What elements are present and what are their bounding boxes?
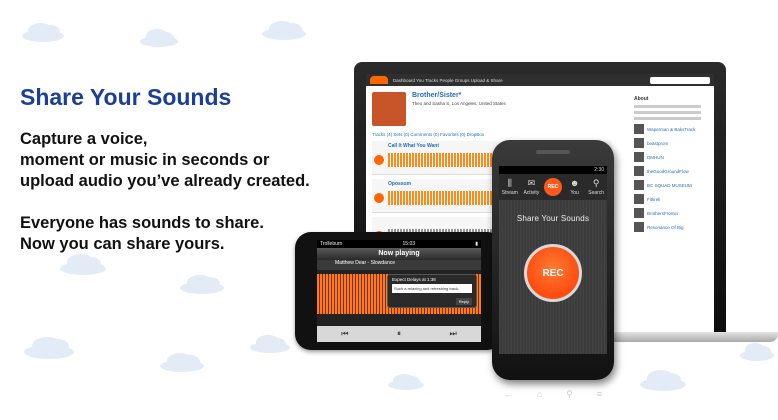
search-icon[interactable]: ⚲	[566, 389, 573, 400]
follower-thumb	[634, 166, 644, 176]
tab-record[interactable]: REC	[542, 174, 564, 200]
cloud-decoration	[262, 20, 306, 40]
status-bar: 2:30	[499, 166, 607, 174]
soundcloud-logo	[370, 76, 388, 84]
follower-thumb	[634, 124, 644, 134]
about-text-line	[634, 111, 701, 114]
home-icon[interactable]: ⌂	[537, 389, 542, 400]
record-button[interactable]: REC	[524, 244, 582, 302]
site-search-input[interactable]	[650, 76, 710, 84]
track-title[interactable]: Call It What You Want	[388, 143, 439, 149]
about-text-line	[634, 105, 701, 108]
profile-sidebar: About Waperman & BaksTrack beastprom DMH…	[634, 96, 708, 232]
search-icon: ⚲	[592, 177, 600, 188]
previous-icon[interactable]: ⏮	[341, 329, 348, 339]
pause-icon[interactable]: ⏸	[397, 329, 401, 339]
follower-item[interactable]: beastprom	[634, 138, 708, 148]
waveform-icon: ⫼	[507, 177, 512, 188]
copy-line: Capture a voice,	[20, 130, 148, 148]
avatar	[372, 92, 406, 126]
speaker-grille	[536, 150, 570, 154]
follower-thumb	[634, 194, 644, 204]
person-icon: ☻	[569, 177, 580, 188]
follower-item[interactable]: Fitkreli	[634, 194, 708, 204]
follower-thumb	[634, 138, 644, 148]
next-icon[interactable]: ⏭	[450, 329, 457, 339]
iphone-device: Trolleburn 15:03 ▮ Now playing Matthew D…	[295, 232, 503, 350]
comment-icon: ✉	[527, 177, 536, 188]
now-playing-title: Now playing	[317, 248, 481, 260]
tab-stream[interactable]: ⫼ Stream	[499, 174, 521, 200]
comment-body: Such a relaxing and refreshing track.	[392, 284, 472, 293]
profile-name: Brother/Sister*	[412, 92, 462, 99]
battery-icon: ▮	[475, 241, 478, 247]
now-playing-track: Matthew Dear - Slowdance	[317, 260, 481, 270]
follower-thumb	[634, 222, 644, 232]
follower-item[interactable]: BrothersFromin	[634, 208, 708, 218]
follower-item[interactable]: BC SQUAD MUSEUM	[634, 180, 708, 190]
tab-label: Stream	[501, 189, 518, 196]
android-nav-bar: ← ⌂ ⚲ ≡	[492, 389, 614, 400]
track-title: Matthew Dear - Slowdance	[335, 260, 396, 266]
follower-name: Resonance Of Big	[647, 224, 684, 230]
site-nav[interactable]: Dashboard You Tracks People Groups Uploa…	[393, 78, 503, 83]
cloud-decoration	[160, 352, 204, 372]
status-bar: Trolleburn 15:03 ▮	[317, 240, 481, 248]
follower-item[interactable]: Resonance Of Big	[634, 222, 708, 232]
follower-name: BrothersFromin	[647, 210, 679, 216]
iphone-screen: Trolleburn 15:03 ▮ Now playing Matthew D…	[317, 240, 481, 342]
follower-name: DMHUN	[647, 154, 664, 160]
tab-label: You	[570, 189, 579, 196]
rec-icon: REC	[543, 178, 562, 196]
android-device: 2:30 ⫼ Stream ✉ Activity REC ☻ You ⚲ Sea…	[492, 140, 614, 399]
follower-name: Waperman & BaksTrack	[647, 126, 696, 132]
menu-icon[interactable]: ≡	[597, 389, 602, 400]
follower-thumb	[634, 208, 644, 218]
cloud-decoration	[140, 29, 178, 47]
play-button[interactable]	[374, 193, 384, 203]
cloud-decoration	[180, 274, 224, 294]
about-text-line	[634, 117, 701, 120]
tab-search[interactable]: ⚲ Search	[585, 174, 607, 200]
playback-controls: ⏮ ⏸ ⏭	[317, 326, 481, 342]
android-screen: 2:30 ⫼ Stream ✉ Activity REC ☻ You ⚲ Sea…	[499, 166, 607, 354]
follower-thumb	[634, 180, 644, 190]
app-tabbar: ⫼ Stream ✉ Activity REC ☻ You ⚲ Search	[499, 174, 607, 200]
paragraph-capture: Capture a voice, moment or music in seco…	[20, 129, 360, 192]
copy-line: upload audio you’ve already created.	[20, 172, 310, 190]
tab-you[interactable]: ☻ You	[564, 174, 586, 200]
comment-title: Expect Delays at 1:38	[392, 277, 436, 282]
cloud-decoration	[24, 336, 74, 359]
clock: 15:03	[402, 241, 416, 247]
sidebar-title: About	[634, 96, 649, 102]
follower-name: theGoodGroundFlow	[647, 168, 689, 174]
profile-location: Theo and Sasha S, Los Angeles, United St…	[412, 101, 506, 106]
follower-thumb	[634, 152, 644, 162]
comment-popup: Expect Delays at 1:38 Such a relaxing an…	[387, 274, 477, 308]
carrier-label: Trolleburn	[320, 241, 343, 247]
copy-line: Everyone has sounds to share.	[20, 214, 264, 232]
reply-button[interactable]: Reply	[455, 298, 472, 305]
tab-activity[interactable]: ✉ Activity	[521, 174, 543, 200]
copy-line: moment or music in seconds or	[20, 151, 270, 169]
play-button[interactable]	[374, 155, 384, 165]
page-title: Share Your Sounds	[20, 84, 232, 110]
follower-item[interactable]: theGoodGroundFlow	[634, 166, 708, 176]
follower-name: BC SQUAD MUSEUM	[647, 182, 692, 188]
cloud-decoration	[22, 22, 64, 42]
cloud-decoration	[640, 370, 686, 391]
follower-name: beastprom	[647, 140, 669, 146]
back-icon[interactable]: ←	[504, 389, 513, 400]
site-header: Dashboard You Tracks People Groups Uploa…	[366, 74, 714, 86]
cloud-decoration	[740, 343, 774, 361]
follower-name: Fitkreli	[647, 196, 661, 202]
follower-item[interactable]: DMHUN	[634, 152, 708, 162]
record-heading: Share Your Sounds	[516, 214, 590, 223]
tab-label: Search	[588, 189, 605, 196]
track-title[interactable]: Opossum	[388, 181, 411, 187]
cloud-decoration	[250, 335, 290, 353]
cloud-decoration	[388, 374, 424, 390]
follower-item[interactable]: Waperman & BaksTrack	[634, 124, 708, 134]
tab-label: Activity	[523, 189, 540, 196]
